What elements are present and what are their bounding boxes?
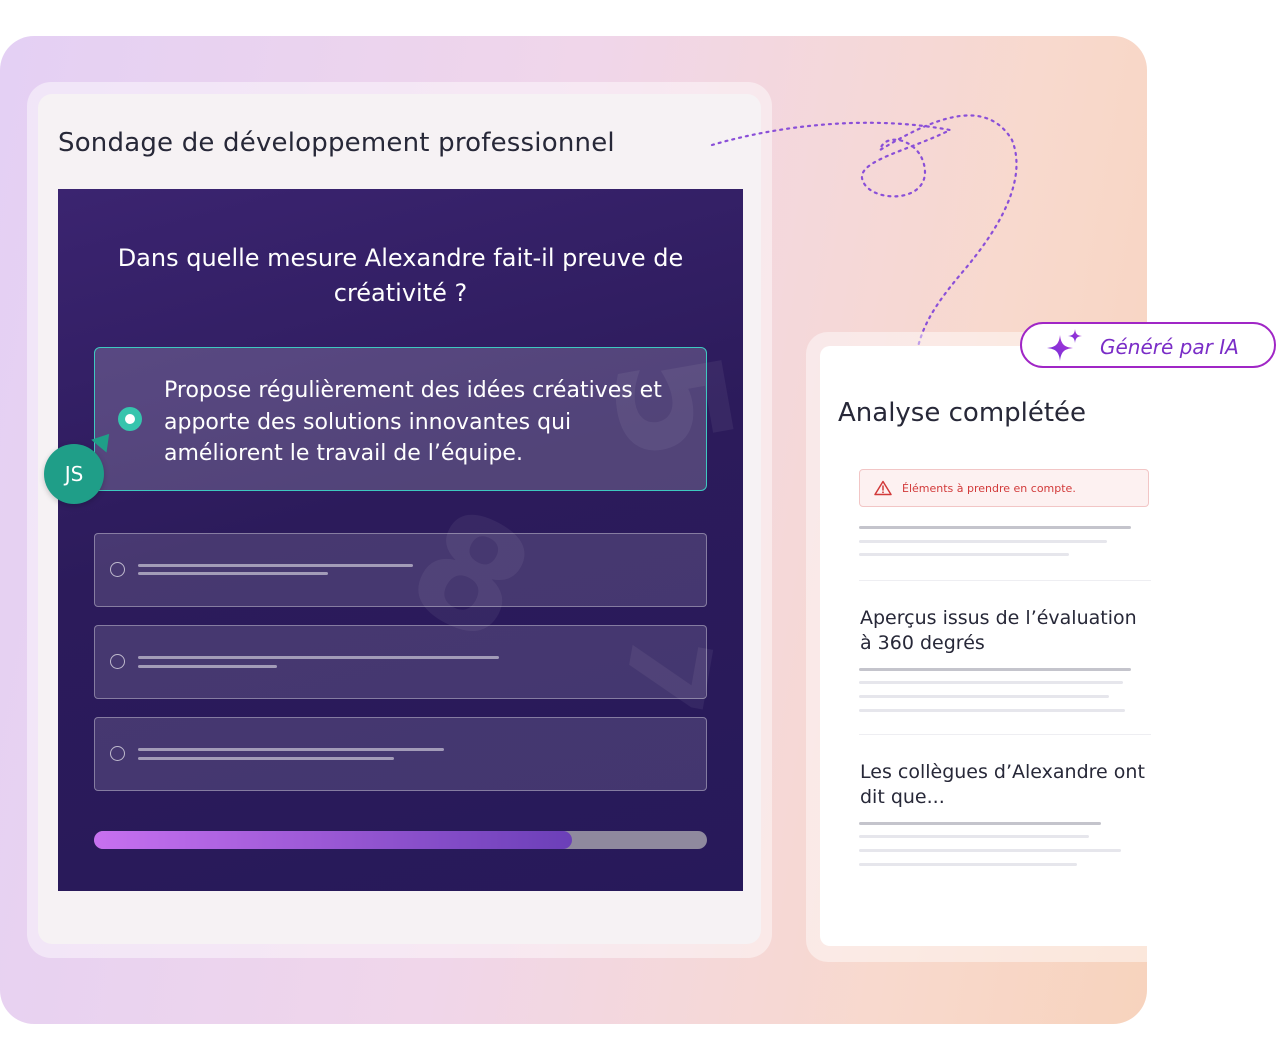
section-divider [859,734,1151,735]
placeholder-line [859,526,1131,529]
analysis-title: Analyse complétée [838,398,1087,428]
placeholder-line [859,681,1123,684]
sparkles-icon [1047,329,1082,361]
section-title-360: Aperçus issus de l’évaluation à 360 degr… [860,607,1137,654]
placeholder-line [859,540,1107,543]
placeholder-line [859,668,1131,671]
placeholder-line [859,709,1125,712]
placeholder-line [859,695,1109,698]
placeholder-line [859,822,1101,825]
ai-generated-badge: Généré par IA [1020,322,1276,368]
alert-text: Éléments à prendre en compte. [902,482,1076,495]
ai-badge-label: Généré par IA [1100,335,1239,359]
placeholder-line [859,849,1121,852]
placeholder-line [859,835,1089,838]
alert-banner: Éléments à prendre en compte. [859,469,1149,507]
placeholder-line [859,863,1077,866]
placeholder-line [859,553,1069,556]
warning-icon [874,480,892,496]
section-divider [859,580,1151,581]
section-title-colleagues: Les collègues d’Alexandre ont dit que... [860,761,1145,808]
